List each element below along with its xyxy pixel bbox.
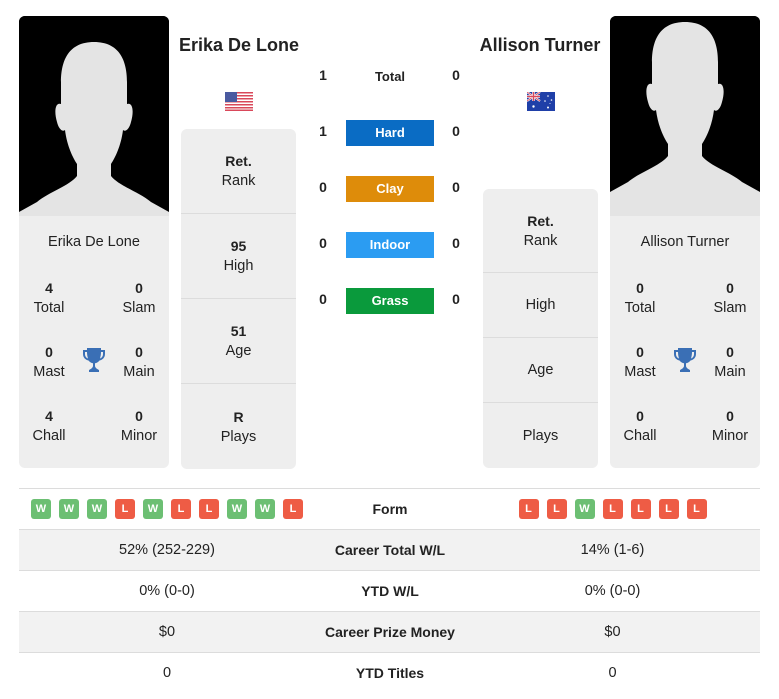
form-badge-loss[interactable]: L	[658, 499, 679, 519]
h2h-hard-p1: 1	[319, 123, 327, 139]
player1-ytd-wl: 0% (0-0)	[139, 583, 195, 599]
form-badge-loss[interactable]: L	[283, 499, 303, 519]
player1-titles-chall: 4 Chall	[32, 408, 66, 444]
player2-form-badges: LLWLLLL	[465, 489, 760, 529]
player2-titles-slam: 0 Slam	[713, 280, 747, 316]
form-badge-loss[interactable]: L	[199, 499, 219, 519]
h2h-total-label: Total	[374, 69, 406, 84]
player-silhouette-icon	[19, 16, 169, 216]
player1-photo	[19, 16, 169, 216]
trophy-icon	[673, 347, 697, 373]
form-badge-win[interactable]: W	[227, 499, 247, 519]
table-row: 0 YTD Titles 0	[19, 653, 760, 694]
player1-titles-total: 4 Total	[33, 280, 65, 316]
form-badge-loss[interactable]: L	[546, 499, 567, 519]
surface-hard-label[interactable]: Hard	[346, 120, 434, 146]
player1-rank: Ret. Rank	[181, 129, 296, 214]
form-badge-win[interactable]: W	[87, 499, 107, 519]
player1-titles-slam: 0 Slam	[122, 280, 156, 316]
form-badge-loss[interactable]: L	[518, 499, 539, 519]
player1-plays: R Plays	[220, 408, 257, 445]
player2-form: LLWLLLL	[465, 489, 760, 529]
player2-ytd-titles: 0	[608, 665, 617, 681]
player2-titles-minor: 0 Minor	[711, 408, 749, 444]
h2h-indoor-p1: 0	[319, 235, 327, 251]
h2h-hard-p2: 0	[452, 123, 460, 139]
surface-clay-label[interactable]: Clay	[346, 176, 434, 202]
usa-flag-icon	[225, 92, 253, 111]
player1-titles-minor: 0 Minor	[120, 408, 158, 444]
h2h-indoor-p2: 0	[452, 235, 460, 251]
player1-rank-panel: Ret. Rank 95 High 51 Age R Plays	[181, 129, 296, 469]
player2-age: Age	[483, 338, 598, 403]
ytd-titles-label: YTD Titles	[355, 665, 425, 681]
player-silhouette-icon	[610, 16, 760, 216]
form-label: Form	[372, 501, 408, 517]
h2h-grass-p2: 0	[452, 291, 460, 307]
form-badge-loss[interactable]: L	[602, 499, 623, 519]
player1-high: 95 High	[181, 214, 296, 299]
form-badge-loss[interactable]: L	[630, 499, 651, 519]
player2-rank: Ret. Rank	[483, 189, 598, 273]
player2-titles-mast: 0 Mast	[624, 344, 656, 380]
player1-titles-card: Erika De Lone 4 Total 0 Slam 0 Mast 0 Ma…	[19, 216, 169, 468]
player1-form-badges: WWWLWLLWWL	[19, 489, 315, 529]
player1-form: WWWLWLLWWL	[19, 489, 315, 529]
form-badge-win[interactable]: W	[143, 499, 163, 519]
player2-prize-money: $0	[604, 624, 621, 640]
player1-titles-main: 0 Main	[123, 344, 155, 380]
player1-titles-mast: 0 Mast	[33, 344, 65, 380]
table-row: 52% (252-229) Career Total W/L 14% (1-6)	[19, 530, 760, 571]
player2-career-wl: 14% (1-6)	[580, 542, 645, 558]
player2-titles-card: Allison Turner 0 Total 0 Slam 0 Mast 0 M…	[610, 216, 760, 468]
table-row-form: WWWLWLLWWL Form LLWLLLL	[19, 489, 760, 530]
australia-flag-icon	[526, 91, 555, 111]
career-wl-label: Career Total W/L	[334, 542, 446, 558]
h2h-total-p2: 0	[452, 67, 460, 83]
player2-photo	[610, 16, 760, 216]
table-row: $0 Career Prize Money $0	[19, 612, 760, 653]
comparison-table: WWWLWLLWWL Form LLWLLLL 52% (252-229) Ca…	[19, 488, 760, 694]
h2h-clay-p2: 0	[452, 179, 460, 195]
player2-rank-panel: Ret. Rank High Age Plays	[483, 189, 598, 468]
form-badge-win[interactable]: W	[574, 499, 595, 519]
player2-titles-chall: 0 Chall	[623, 408, 657, 444]
surface-indoor-label[interactable]: Indoor	[346, 232, 434, 258]
player1-ytd-titles: 0	[162, 665, 172, 681]
ytd-wl-label: YTD W/L	[361, 583, 419, 599]
form-badge-win[interactable]: W	[31, 499, 51, 519]
form-badge-loss[interactable]: L	[171, 499, 191, 519]
player2-plays: Plays	[522, 427, 559, 444]
form-badge-win[interactable]: W	[59, 499, 79, 519]
player2-card-name: Allison Turner	[640, 234, 730, 250]
player2-titles-main: 0 Main	[714, 344, 746, 380]
prize-money-label: Career Prize Money	[325, 624, 455, 640]
player1-career-wl: 52% (252-229)	[119, 542, 215, 558]
form-badge-win[interactable]: W	[255, 499, 275, 519]
player1-age: 51 Age	[181, 299, 296, 384]
player1-card-name: Erika De Lone	[48, 234, 140, 250]
h2h-clay-p1: 0	[319, 179, 327, 195]
player2-ytd-wl: 0% (0-0)	[584, 583, 641, 599]
trophy-icon	[82, 347, 106, 373]
form-badge-loss[interactable]: L	[115, 499, 135, 519]
player1-prize-money: $0	[158, 624, 176, 640]
h2h-grass-p1: 0	[319, 291, 327, 307]
h2h-total-p1: 1	[319, 67, 327, 83]
player2-name[interactable]: Allison Turner	[470, 33, 610, 58]
surface-grass-label[interactable]: Grass	[346, 288, 434, 314]
table-row: 0% (0-0) YTD W/L 0% (0-0)	[19, 571, 760, 612]
form-badge-loss[interactable]: L	[686, 499, 707, 519]
player1-name[interactable]: Erika De Lone	[169, 33, 309, 58]
player2-titles-total: 0 Total	[624, 280, 656, 316]
player2-high: High	[483, 273, 598, 338]
